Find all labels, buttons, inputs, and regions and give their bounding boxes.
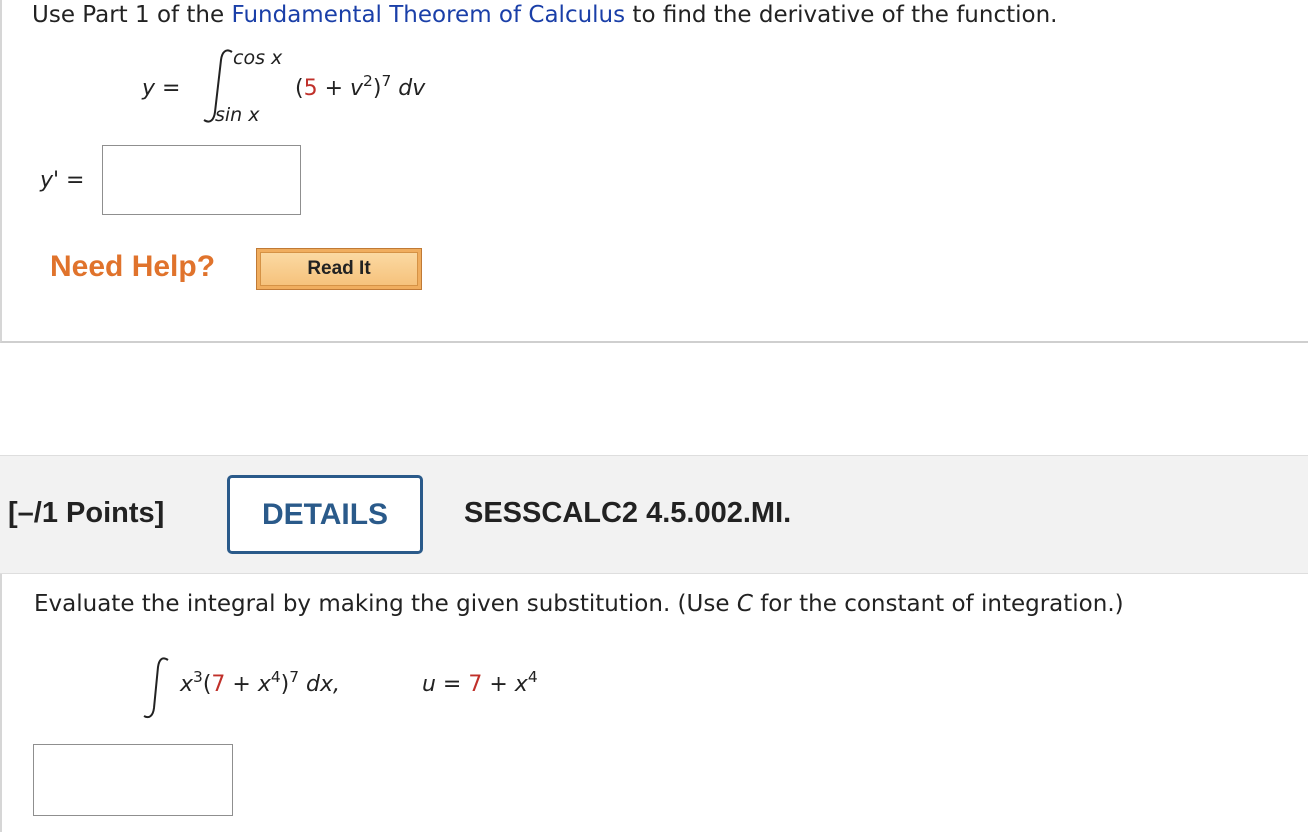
integrand: (5 + v2)7 dv [295, 71, 426, 101]
integrand-2: x3(7 + x4)7 dx, [180, 667, 341, 697]
problem-code: SESSCALC2 4.5.002.MI. [464, 497, 792, 529]
points-label: [–/1 Points] [8, 497, 165, 529]
answer-label: y' = [40, 168, 85, 193]
prompt-text-end: to find the derivative of the function. [625, 2, 1058, 28]
derivative-answer-input[interactable] [102, 145, 301, 215]
integral-sign [143, 657, 169, 719]
details-button[interactable]: DETAILS [227, 475, 423, 554]
upper-limit: cos x [233, 47, 283, 69]
need-help-label: Need Help? [50, 250, 216, 283]
lower-limit: sin x [215, 104, 260, 126]
read-it-label: Read It [260, 252, 418, 286]
read-it-button[interactable]: Read It [256, 248, 422, 290]
integral-answer-input[interactable] [33, 744, 233, 816]
substitution: u = 7 + x4 [422, 667, 538, 697]
ftc-link[interactable]: Fundamental Theorem of Calculus [231, 2, 625, 28]
question-1-prompt: Use Part 1 of the Fundamental Theorem of… [32, 2, 1057, 28]
prompt-text: Use Part 1 of the [32, 2, 232, 28]
question-2-prompt: Evaluate the integral by making the give… [34, 591, 1124, 617]
function-lhs: y = [142, 76, 181, 101]
